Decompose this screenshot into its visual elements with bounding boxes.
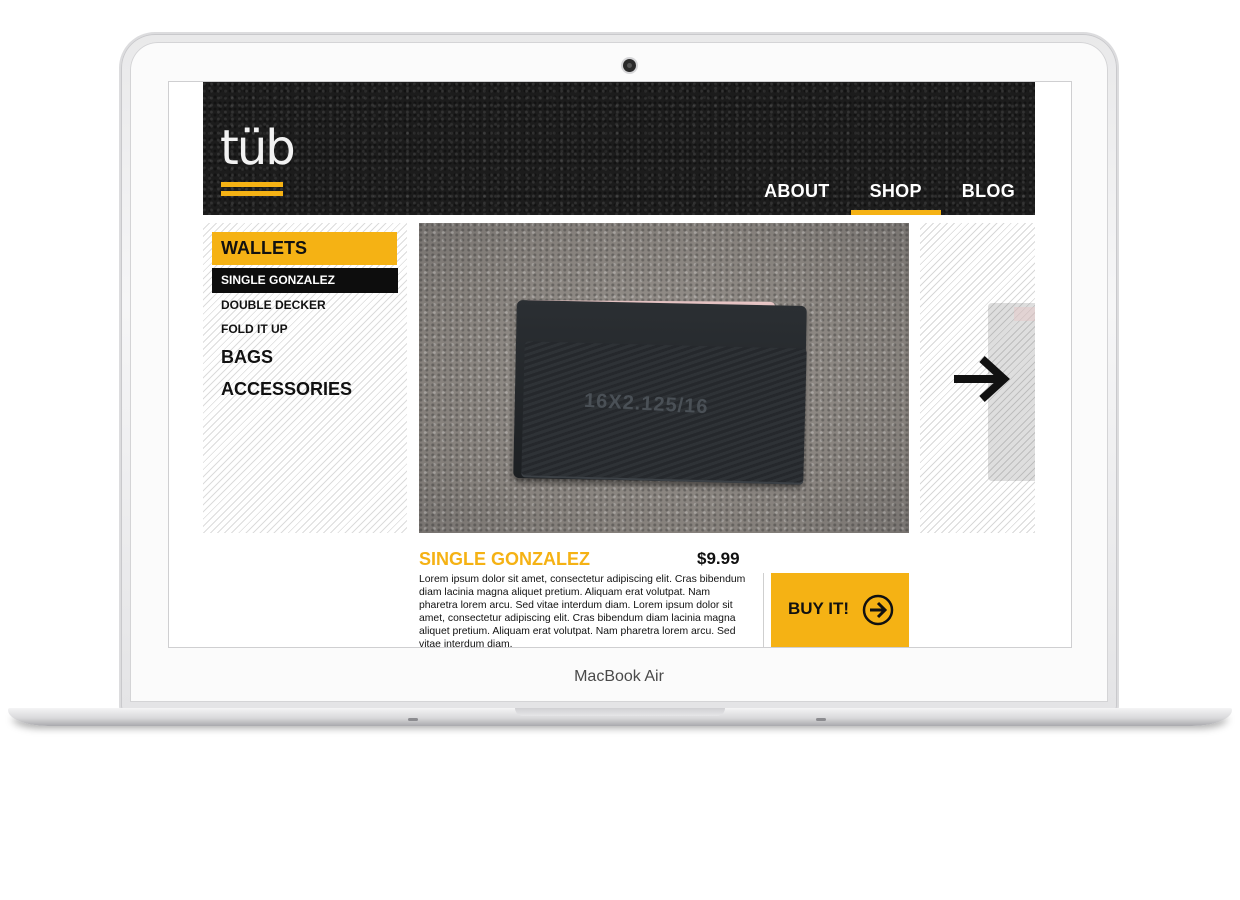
next-product-panel[interactable] xyxy=(920,223,1035,533)
nav-about[interactable]: ABOUT xyxy=(744,177,850,215)
product-description: Lorem ipsum dolor sit amet, consectetur … xyxy=(419,574,746,647)
nav-blog[interactable]: BLOG xyxy=(942,177,1035,215)
logo-text: tüb xyxy=(220,120,296,176)
sidebar-item-double-decker[interactable]: DOUBLE DECKER xyxy=(212,293,398,317)
sidebar-category-wallets[interactable]: WALLETS xyxy=(212,232,397,265)
divider xyxy=(763,573,764,647)
laptop-foot xyxy=(816,718,826,721)
camera-icon xyxy=(623,59,636,72)
laptop-brand-label: MacBook Air xyxy=(574,668,664,685)
nav-shop[interactable]: SHOP xyxy=(850,177,942,215)
sidebar-category-bags[interactable]: BAGS xyxy=(221,345,273,369)
product-image[interactable]: 16X2.125/16 xyxy=(419,223,909,533)
sidebar-item-fold-it-up[interactable]: FOLD IT UP xyxy=(212,317,398,341)
laptop-base-notch xyxy=(515,708,725,716)
product-name: SINGLE GONZALEZ xyxy=(419,549,590,569)
website: tüb ABOUT SHOP BLOG WALLETS SINGLE GONZA… xyxy=(203,82,1035,647)
sidebar-category-accessories[interactable]: ACCESSORIES xyxy=(221,377,352,401)
buy-button-label: BUY IT! xyxy=(788,599,850,618)
circle-arrow-right-icon xyxy=(862,594,894,626)
sidebar-item-single-gonzalez[interactable]: SINGLE GONZALEZ xyxy=(212,268,398,293)
arrow-right-icon[interactable] xyxy=(950,347,1014,411)
buy-button[interactable]: BUY IT! xyxy=(771,573,909,647)
laptop-screen: tüb ABOUT SHOP BLOG WALLETS SINGLE GONZA… xyxy=(169,82,1071,647)
laptop-base xyxy=(8,708,1232,726)
next-product-card xyxy=(1014,307,1035,321)
main-nav: ABOUT SHOP BLOG xyxy=(744,177,1035,215)
product-price: $9.99 xyxy=(697,549,740,568)
logo-stripes xyxy=(221,182,283,200)
site-logo[interactable]: tüb xyxy=(220,120,296,200)
site-header: tüb ABOUT SHOP BLOG xyxy=(203,82,1035,215)
category-sidebar: WALLETS SINGLE GONZALEZ DOUBLE DECKER FO… xyxy=(203,223,407,533)
laptop-foot xyxy=(408,718,418,721)
